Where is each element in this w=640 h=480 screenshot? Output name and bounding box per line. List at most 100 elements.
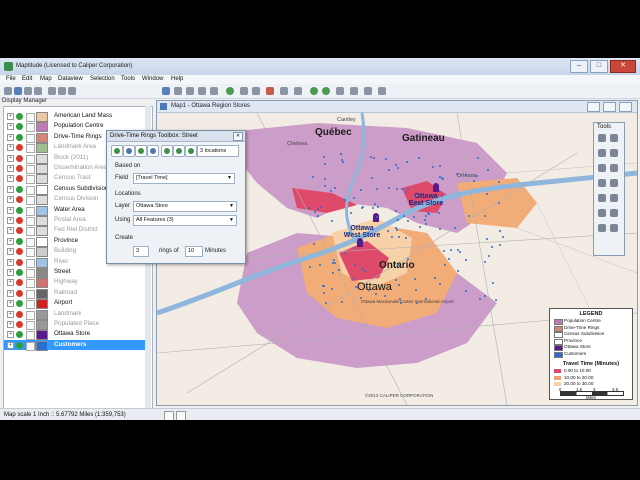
customer-point-icon[interactable] xyxy=(383,294,386,297)
status-button-1[interactable] xyxy=(164,411,174,420)
customer-point-icon[interactable] xyxy=(424,297,427,300)
legend-icon[interactable] xyxy=(280,87,288,95)
customer-point-icon[interactable] xyxy=(417,156,420,159)
east-store-pin-icon[interactable] xyxy=(433,183,439,192)
expand-icon[interactable]: + xyxy=(7,227,14,235)
expand-icon[interactable]: + xyxy=(7,217,14,224)
customer-point-icon[interactable] xyxy=(395,229,398,231)
toolbox-tool-4[interactable] xyxy=(147,145,159,157)
customer-point-icon[interactable] xyxy=(498,201,500,204)
visibility-toggle-icon[interactable] xyxy=(16,300,23,308)
customer-point-icon[interactable] xyxy=(456,249,459,251)
customer-point-icon[interactable] xyxy=(330,189,333,192)
toolbox-tool-7[interactable] xyxy=(185,145,197,157)
print-icon[interactable] xyxy=(34,87,42,95)
customer-point-icon[interactable] xyxy=(397,166,400,169)
customer-point-icon[interactable] xyxy=(339,153,342,156)
minimize-button[interactable]: – xyxy=(570,60,588,73)
menu-map[interactable]: Map xyxy=(40,76,52,82)
maximize-button[interactable]: □ xyxy=(590,60,608,73)
paste-icon[interactable] xyxy=(68,87,76,95)
expand-icon[interactable]: + xyxy=(7,300,14,308)
expand-icon[interactable]: + xyxy=(7,289,14,297)
customer-point-icon[interactable] xyxy=(343,251,346,254)
toolbox-tool-1[interactable] xyxy=(111,145,123,157)
highlight-icon[interactable] xyxy=(266,87,274,95)
zoom-out-icon[interactable] xyxy=(186,87,194,95)
menu-edit[interactable]: Edit xyxy=(22,76,32,82)
visibility-toggle-icon[interactable] xyxy=(16,321,23,328)
customer-point-icon[interactable] xyxy=(390,235,393,238)
customer-point-icon[interactable] xyxy=(333,261,336,264)
customer-point-icon[interactable] xyxy=(438,164,441,167)
save-icon[interactable] xyxy=(24,87,32,95)
measure-icon[interactable] xyxy=(336,87,344,95)
customer-point-icon[interactable] xyxy=(467,214,470,217)
expand-icon[interactable]: + xyxy=(7,154,14,162)
layer-row[interactable]: + Airport xyxy=(4,298,150,310)
expand-icon[interactable]: + xyxy=(7,123,14,131)
visibility-toggle-icon[interactable] xyxy=(16,341,23,349)
pin-icon[interactable] xyxy=(364,87,372,95)
visibility-toggle-icon[interactable] xyxy=(16,279,23,287)
copy-icon[interactable] xyxy=(58,87,66,95)
customer-point-icon[interactable] xyxy=(350,212,352,214)
layer-row[interactable]: + Landmark xyxy=(4,309,150,320)
customer-point-icon[interactable] xyxy=(388,186,390,189)
toolbox-tool-6[interactable] xyxy=(173,145,185,157)
zoom-in-icon[interactable] xyxy=(598,134,606,142)
visibility-toggle-icon[interactable] xyxy=(16,258,23,266)
visibility-toggle-icon[interactable] xyxy=(16,196,23,204)
customer-point-icon[interactable] xyxy=(374,292,377,295)
new-icon[interactable] xyxy=(4,87,12,95)
status-button-2[interactable] xyxy=(176,411,186,420)
visibility-toggle-icon[interactable] xyxy=(16,185,23,193)
customer-point-icon[interactable] xyxy=(316,214,319,217)
visibility-toggle-icon[interactable] xyxy=(16,144,23,152)
theme-icon[interactable] xyxy=(252,87,260,95)
customer-point-icon[interactable] xyxy=(324,177,326,180)
globe-icon[interactable] xyxy=(226,87,234,95)
customer-point-icon[interactable] xyxy=(438,176,441,179)
rings-count-input[interactable]: 3 xyxy=(133,246,149,257)
cut-icon[interactable] xyxy=(48,87,56,95)
zoom-out-icon[interactable] xyxy=(610,134,618,142)
customer-point-icon[interactable] xyxy=(475,174,478,177)
customer-point-icon[interactable] xyxy=(331,287,334,290)
label-toggle-icon[interactable] xyxy=(26,341,35,351)
menu-dataview[interactable]: Dataview xyxy=(58,76,83,82)
label-icon[interactable] xyxy=(598,209,606,217)
customer-point-icon[interactable] xyxy=(371,206,374,209)
expand-icon[interactable]: + xyxy=(7,248,14,256)
customer-point-icon[interactable] xyxy=(331,219,334,222)
visibility-toggle-icon[interactable] xyxy=(16,206,23,214)
customer-point-icon[interactable] xyxy=(353,277,355,280)
layer-row[interactable]: + Street xyxy=(4,267,150,278)
label-icon[interactable] xyxy=(240,87,248,95)
pan-icon[interactable] xyxy=(198,87,206,95)
customer-point-icon[interactable] xyxy=(473,179,475,182)
visibility-toggle-icon[interactable] xyxy=(16,331,23,339)
open-icon[interactable] xyxy=(14,87,22,95)
customer-point-icon[interactable] xyxy=(494,298,497,301)
select-point-icon[interactable] xyxy=(598,164,606,172)
customer-point-icon[interactable] xyxy=(334,186,337,189)
customer-point-icon[interactable] xyxy=(404,190,406,193)
customer-point-icon[interactable] xyxy=(332,272,334,274)
info-icon[interactable] xyxy=(610,149,618,157)
customer-point-icon[interactable] xyxy=(322,291,325,294)
customer-point-icon[interactable] xyxy=(424,214,427,217)
customer-point-icon[interactable] xyxy=(501,236,504,239)
customer-point-icon[interactable] xyxy=(431,166,434,168)
customer-point-icon[interactable] xyxy=(415,288,417,291)
close-button[interactable]: ✕ xyxy=(610,60,636,73)
customer-point-icon[interactable] xyxy=(444,263,447,266)
menu-file[interactable]: File xyxy=(6,76,16,82)
expand-icon[interactable]: + xyxy=(7,144,14,152)
layer-row[interactable]: + Railroad xyxy=(4,288,150,299)
draw-area-icon[interactable] xyxy=(610,194,618,202)
expand-icon[interactable]: + xyxy=(7,331,14,339)
customer-point-icon[interactable] xyxy=(359,188,362,191)
zoom-in-icon[interactable] xyxy=(174,87,182,95)
customer-point-icon[interactable] xyxy=(416,301,418,304)
